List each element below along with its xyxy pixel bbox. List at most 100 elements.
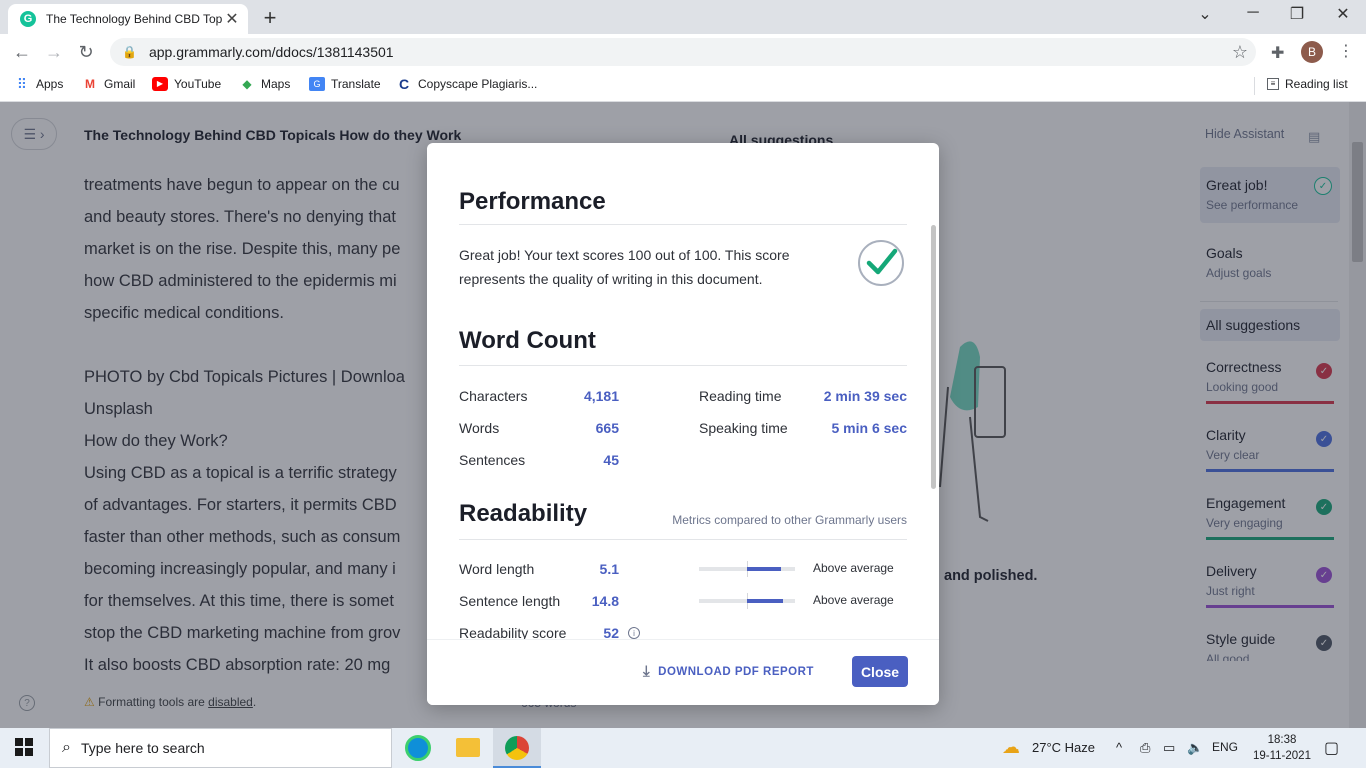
volume-icon[interactable]: 🔈 bbox=[1187, 740, 1203, 756]
language-indicator[interactable]: ENG bbox=[1212, 740, 1238, 754]
search-icon: ⌕ bbox=[62, 739, 71, 756]
reading-list-label: Reading list bbox=[1285, 77, 1348, 91]
modal-scrollbar[interactable] bbox=[931, 225, 936, 489]
readability-label: Word length bbox=[459, 561, 535, 577]
word-count-heading: Word Count bbox=[459, 327, 596, 354]
readability-label: Sentence length bbox=[459, 593, 561, 609]
windows-start-icon[interactable] bbox=[15, 738, 33, 756]
copyscape-icon: C bbox=[398, 76, 410, 92]
minimize-icon[interactable]: ─ bbox=[1238, 4, 1268, 22]
browser-tab[interactable]: G The Technology Behind CBD Topic ✕ bbox=[8, 4, 248, 34]
extensions-puzzle-icon[interactable]: ✚ bbox=[1271, 43, 1284, 63]
stat-label: Words bbox=[459, 420, 500, 436]
browser-toolbar: ← → ↻ 🔒 app.grammarly.com/ddocs/13811435… bbox=[0, 34, 1366, 70]
bookmark-star-icon[interactable]: ☆ bbox=[1232, 42, 1248, 63]
stat-label: Sentences bbox=[459, 452, 526, 468]
stat-label: Reading time bbox=[699, 388, 782, 404]
weather-text[interactable]: 27°C Haze bbox=[1032, 740, 1095, 755]
notifications-icon[interactable]: ▢ bbox=[1324, 738, 1339, 758]
sentence-length-gauge bbox=[699, 593, 795, 609]
battery-icon[interactable]: ▭ bbox=[1163, 740, 1175, 756]
bookmark-copyscape[interactable]: C Copyscape Plagiaris... bbox=[396, 77, 537, 91]
bookmark-apps[interactable]: ⠿ Apps bbox=[14, 76, 64, 92]
bookmark-label: Maps bbox=[261, 77, 291, 91]
info-icon[interactable]: i bbox=[628, 627, 640, 639]
tab-title: The Technology Behind CBD Topic bbox=[46, 12, 222, 26]
translate-icon: G bbox=[309, 77, 325, 91]
tab-strip: G The Technology Behind CBD Topic ✕ + ⌄ … bbox=[0, 0, 1366, 34]
reading-list-button[interactable]: ≡ Reading list bbox=[1267, 77, 1348, 91]
restore-icon[interactable]: ❐ bbox=[1282, 4, 1312, 24]
youtube-icon: ▶ bbox=[152, 77, 168, 91]
back-icon[interactable]: ← bbox=[10, 42, 34, 63]
gauge-fill bbox=[747, 599, 783, 603]
address-bar[interactable]: 🔒 app.grammarly.com/ddocs/1381143501 ☆ bbox=[110, 38, 1256, 66]
maps-icon: ◆ bbox=[242, 77, 252, 91]
divider bbox=[459, 224, 907, 225]
stat-value: 4,181 bbox=[583, 388, 619, 404]
clock-time: 18:38 bbox=[1267, 734, 1297, 746]
bookmark-label: Copyscape Plagiaris... bbox=[418, 77, 538, 91]
close-tab-icon[interactable]: ✕ bbox=[222, 9, 242, 29]
network-icon[interactable]: ⎙ bbox=[1140, 740, 1150, 756]
edge-icon[interactable] bbox=[405, 735, 431, 761]
reading-list-icon: ≡ bbox=[1267, 78, 1279, 90]
bookmark-label: YouTube bbox=[174, 77, 222, 91]
bookmark-label: Gmail bbox=[104, 77, 136, 91]
clock[interactable]: 18:38 19-11-2021 bbox=[1252, 732, 1312, 764]
modal-footer: ⤓ DOWNLOAD PDF REPORT Close bbox=[427, 639, 939, 705]
windows-taskbar: ⌕ Type here to search ☁ 27°C Haze ^ ⎙ ▭ … bbox=[0, 728, 1366, 768]
clock-date: 19-11-2021 bbox=[1253, 750, 1311, 762]
bookmark-translate[interactable]: G Translate bbox=[309, 77, 381, 91]
divider bbox=[459, 365, 907, 366]
readability-heading: Readability bbox=[459, 500, 588, 527]
readability-comparison: Above average bbox=[813, 593, 894, 607]
divider bbox=[459, 539, 907, 540]
divider bbox=[1254, 77, 1255, 95]
stat-label: Characters bbox=[459, 388, 528, 404]
performance-modal: Performance Great job! Your text scores … bbox=[427, 143, 939, 705]
word-length-gauge bbox=[699, 561, 795, 577]
browser-menu-icon[interactable]: ⋮ bbox=[1338, 41, 1354, 61]
apps-grid-icon: ⠿ bbox=[16, 76, 28, 92]
readability-value: 5.1 bbox=[599, 561, 619, 577]
bookmark-maps[interactable]: ◆ Maps bbox=[239, 77, 290, 91]
url-text: app.grammarly.com/ddocs/1381143501 bbox=[148, 44, 394, 60]
stat-label: Speaking time bbox=[699, 420, 788, 436]
forward-icon[interactable]: → bbox=[42, 42, 66, 63]
taskbar-search[interactable]: ⌕ Type here to search bbox=[49, 728, 392, 768]
score-check-icon bbox=[858, 240, 904, 286]
weather-icon[interactable]: ☁ bbox=[1002, 737, 1020, 758]
reload-icon[interactable]: ↻ bbox=[74, 42, 98, 63]
performance-heading: Performance bbox=[459, 188, 606, 215]
readability-value: 14.8 bbox=[591, 593, 619, 609]
grammarly-favicon-icon: G bbox=[20, 11, 36, 27]
performance-text-line: represents the quality of writing in thi… bbox=[459, 271, 763, 287]
close-button[interactable]: Close bbox=[852, 656, 908, 687]
performance-text-line: Great job! Your text scores 100 out of 1… bbox=[459, 247, 790, 263]
bookmark-label: Translate bbox=[331, 77, 381, 91]
search-placeholder: Type here to search bbox=[80, 740, 205, 756]
close-window-icon[interactable]: ✕ bbox=[1328, 4, 1358, 24]
stat-value: 45 bbox=[603, 452, 619, 468]
profile-avatar[interactable]: B bbox=[1301, 41, 1323, 63]
new-tab-icon[interactable]: + bbox=[258, 5, 282, 31]
download-label: DOWNLOAD PDF REPORT bbox=[658, 665, 814, 678]
bookmarks-bar: ⠿ Apps M Gmail ▶ YouTube ◆ Maps G Transl… bbox=[0, 70, 1366, 102]
performance-description: Great job! Your text scores 100 out of 1… bbox=[459, 243, 790, 291]
readability-note: Metrics compared to other Grammarly user… bbox=[672, 513, 907, 527]
chrome-taskbar-button[interactable] bbox=[493, 728, 541, 768]
gauge-fill bbox=[747, 567, 781, 571]
chrome-icon bbox=[505, 736, 529, 760]
download-icon: ⤓ bbox=[643, 663, 651, 680]
show-hidden-icons-icon[interactable]: ^ bbox=[1116, 740, 1122, 755]
download-pdf-button[interactable]: ⤓ DOWNLOAD PDF REPORT bbox=[643, 663, 814, 680]
stat-value: 5 min 6 sec bbox=[831, 420, 908, 436]
lock-icon: 🔒 bbox=[122, 45, 137, 59]
file-explorer-icon[interactable] bbox=[456, 738, 480, 757]
bookmark-label: Apps bbox=[36, 77, 64, 91]
tab-search-chevron-icon[interactable]: ⌄ bbox=[1190, 4, 1220, 24]
bookmark-youtube[interactable]: ▶ YouTube bbox=[152, 77, 221, 91]
readability-comparison: Above average bbox=[813, 561, 894, 575]
bookmark-gmail[interactable]: M Gmail bbox=[82, 77, 135, 91]
